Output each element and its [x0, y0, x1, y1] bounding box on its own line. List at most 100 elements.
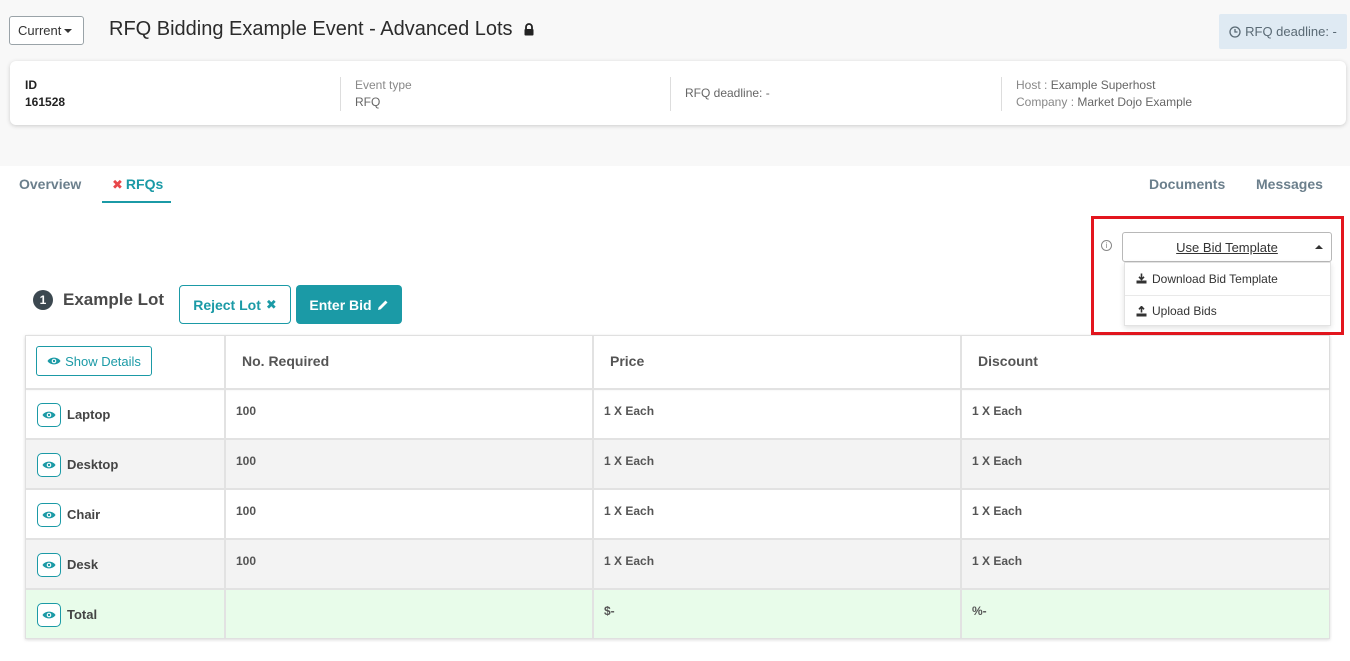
- required-value: 100: [236, 504, 257, 518]
- bid-template-menu: Download Bid Template Upload Bids: [1124, 262, 1331, 326]
- eye-icon: [47, 357, 61, 365]
- header-cell-details: Show Details: [26, 336, 226, 388]
- use-bid-template-button[interactable]: Use Bid Template: [1122, 232, 1332, 262]
- lot-items-table: Show Details No. Required Price Discount…: [25, 335, 1330, 639]
- required-cell: 100: [226, 440, 594, 488]
- view-total-button[interactable]: [37, 603, 61, 627]
- view-item-button[interactable]: [37, 453, 61, 477]
- show-details-button[interactable]: Show Details: [36, 346, 152, 376]
- chevron-up-icon: [1315, 245, 1323, 249]
- required-cell: [226, 590, 594, 638]
- info-icon[interactable]: i: [1101, 240, 1112, 251]
- close-icon: ✖: [112, 177, 123, 192]
- page-title-text: RFQ Bidding Example Event - Advanced Lot…: [109, 18, 513, 40]
- active-tab-indicator: [102, 201, 171, 203]
- discount-value: 1 X Each: [972, 454, 1023, 468]
- discount-cell: 1 X Each: [962, 390, 1329, 438]
- discount-cell: %-: [962, 590, 1329, 638]
- required-cell: 100: [226, 540, 594, 588]
- menu-item-upload-bids[interactable]: Upload Bids: [1125, 295, 1330, 326]
- eye-icon: [42, 511, 56, 519]
- host-label: Host :: [1016, 78, 1048, 92]
- eye-icon: [42, 411, 56, 419]
- item-name-cell: Chair: [26, 490, 226, 538]
- page-title: RFQ Bidding Example Event - Advanced Lot…: [109, 18, 535, 41]
- enter-bid-button[interactable]: Enter Bid: [296, 285, 402, 324]
- total-price-value: $-: [604, 604, 615, 618]
- column-header: No. Required: [242, 353, 330, 369]
- price-cell: 1 X Each: [594, 390, 962, 438]
- price-cell: 1 X Each: [594, 490, 962, 538]
- item-name: Laptop: [67, 407, 111, 422]
- download-icon: [1136, 273, 1147, 284]
- header-cell-discount: Discount: [962, 336, 1329, 388]
- discount-cell: 1 X Each: [962, 490, 1329, 538]
- required-value: 100: [236, 454, 257, 468]
- event-type: Event type RFQ: [340, 77, 412, 111]
- show-details-label: Show Details: [65, 353, 141, 369]
- event-id: ID 161528: [25, 77, 65, 111]
- tab-messages[interactable]: Messages: [1256, 176, 1323, 192]
- tab-documents[interactable]: Documents: [1149, 176, 1225, 192]
- host-value: Example Superhost: [1050, 78, 1156, 92]
- tab-overview[interactable]: Overview: [19, 176, 81, 192]
- lot-name: Example Lot: [63, 290, 165, 309]
- pencil-icon: [377, 300, 388, 310]
- tab-rfqs-label: RFQs: [125, 176, 164, 192]
- price-value: 1 X Each: [604, 454, 655, 468]
- enter-bid-label: Enter Bid: [309, 296, 372, 313]
- chevron-down-icon: [64, 28, 73, 33]
- view-item-button[interactable]: [37, 503, 61, 527]
- tab-rfqs[interactable]: ✖ RFQs: [112, 176, 163, 193]
- menu-item-download-bid-template[interactable]: Download Bid Template: [1125, 263, 1330, 294]
- event-id-value: 161528: [25, 95, 66, 109]
- eye-icon: [42, 611, 56, 619]
- close-icon: ✖: [265, 296, 277, 312]
- price-value: 1 X Each: [604, 404, 655, 418]
- item-name-cell: Desktop: [26, 440, 226, 488]
- view-item-button[interactable]: [37, 403, 61, 427]
- use-bid-template-label: Use Bid Template: [1176, 240, 1278, 255]
- required-cell: 100: [226, 390, 594, 438]
- lot-number-badge: 1: [33, 290, 53, 310]
- table-row: Desk 100 1 X Each 1 X Each: [26, 538, 1329, 588]
- total-discount-value: %-: [972, 604, 987, 618]
- item-name: Desk: [67, 557, 99, 572]
- company-value: Market Dojo Example: [1077, 95, 1193, 109]
- discount-cell: 1 X Each: [962, 540, 1329, 588]
- price-cell: 1 X Each: [594, 540, 962, 588]
- item-name-cell: Desk: [26, 540, 226, 588]
- reject-lot-label: Reject Lot: [193, 296, 261, 313]
- item-name-cell: Laptop: [26, 390, 226, 438]
- required-value: 100: [236, 404, 257, 418]
- table-row: Desktop 100 1 X Each 1 X Each: [26, 438, 1329, 488]
- event-type-value: RFQ: [355, 95, 381, 109]
- event-deadline-text: RFQ deadline: -: [685, 86, 770, 100]
- eye-icon: [42, 461, 56, 469]
- menu-item-label: Upload Bids: [1152, 304, 1217, 318]
- discount-value: 1 X Each: [972, 554, 1023, 568]
- lock-icon: [524, 23, 534, 36]
- event-tabs: Overview ✖ RFQs Documents Messages: [0, 166, 1350, 204]
- version-select[interactable]: Current: [9, 16, 84, 45]
- item-name: Chair: [67, 507, 101, 522]
- table-header-row: Show Details No. Required Price Discount: [26, 336, 1329, 388]
- deadline-badge: RFQ deadline: -: [1219, 14, 1347, 49]
- event-info-card: ID 161528 Event type RFQ RFQ deadline: -…: [10, 61, 1346, 125]
- table-row: Chair 100 1 X Each 1 X Each: [26, 488, 1329, 538]
- header-cell-required: No. Required: [226, 336, 594, 388]
- view-item-button[interactable]: [37, 553, 61, 577]
- discount-value: 1 X Each: [972, 504, 1023, 518]
- discount-value: 1 X Each: [972, 404, 1023, 418]
- item-name-cell: Total: [26, 590, 226, 638]
- reject-lot-button[interactable]: Reject Lot ✖: [179, 285, 291, 324]
- column-header: Price: [610, 353, 645, 369]
- event-id-label: ID: [25, 78, 37, 92]
- item-name: Desktop: [67, 457, 119, 472]
- deadline-badge-text: RFQ deadline: -: [1245, 24, 1337, 39]
- company-label: Company :: [1016, 95, 1075, 109]
- version-select-label: Current: [18, 23, 62, 38]
- price-cell: $-: [594, 590, 962, 638]
- event-host: Host : Example Superhost Company : Marke…: [1001, 77, 1192, 111]
- eye-icon: [42, 561, 56, 569]
